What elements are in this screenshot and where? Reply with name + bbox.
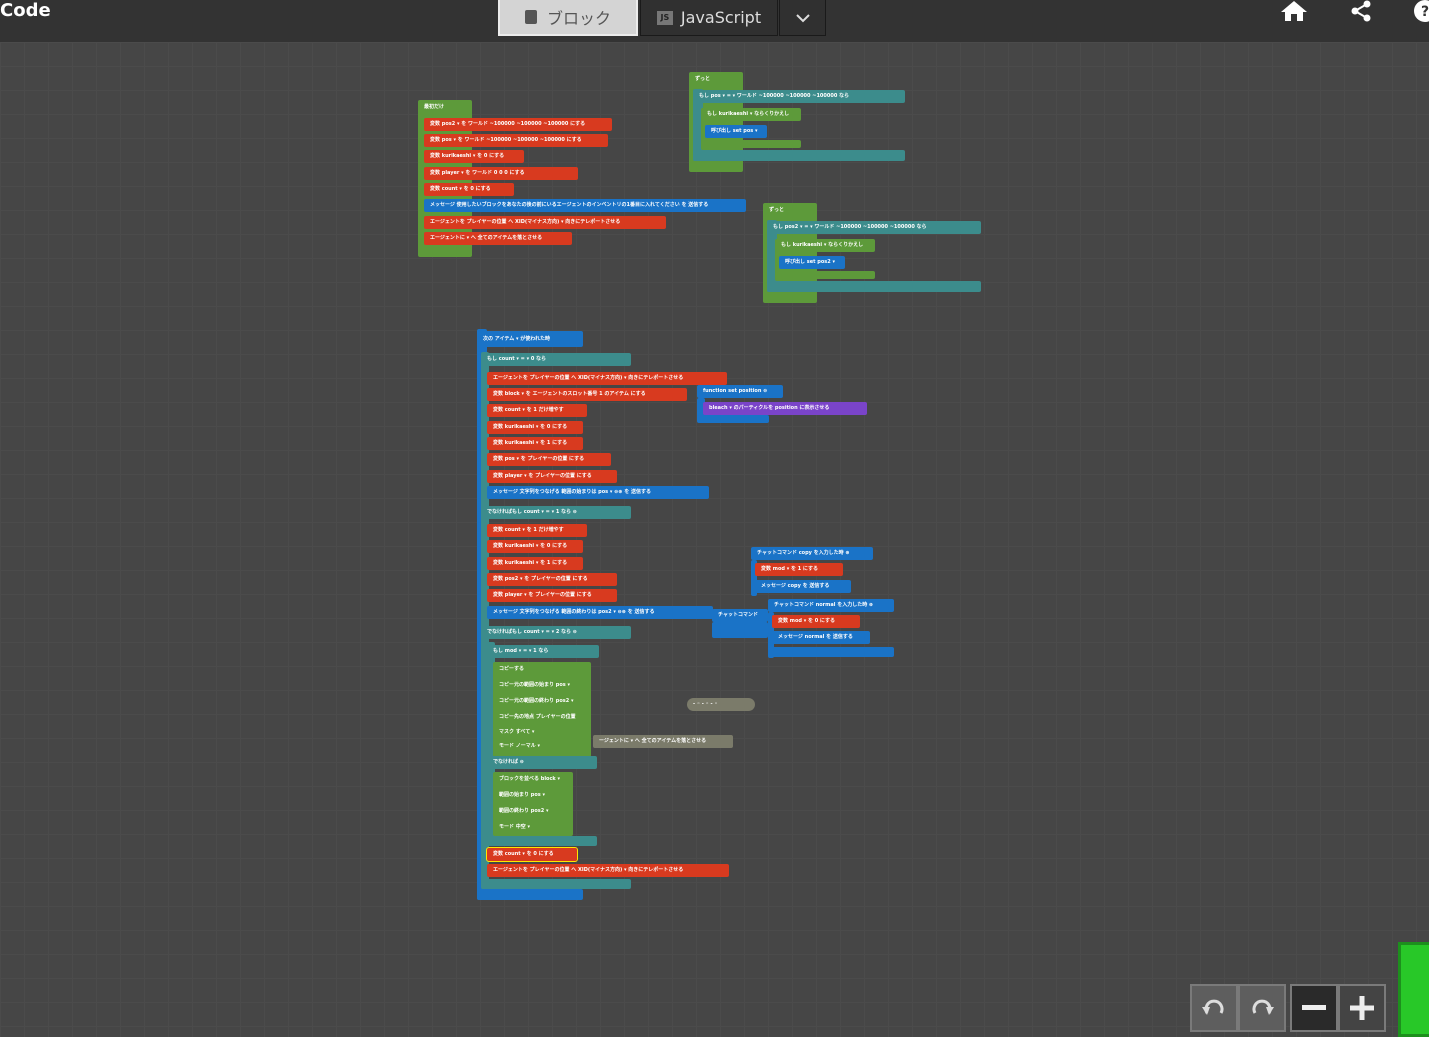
chevron-down-icon [795, 13, 810, 22]
share-icon[interactable] [1350, 0, 1372, 24]
increase-count-block-2[interactable]: 変数 count ▾ を 1 だけ増やす [487, 524, 587, 537]
call-set-pos2-block[interactable]: 呼び出し set pos2 ▾ [779, 256, 845, 269]
copy-mask: マスク すべて ▾ [493, 726, 591, 739]
zoom-out-button[interactable] [1290, 984, 1338, 1032]
js-icon: JS [656, 10, 673, 25]
home-icon[interactable] [1280, 0, 1308, 24]
set-mod-0-block[interactable]: 変数 mod ▾ を 0 にする [772, 615, 860, 628]
if-mod-foot [487, 836, 597, 846]
chat-stub-body [712, 622, 768, 638]
copy-source-end: コピー元の範囲の終わり pos2 ▾ [493, 695, 591, 708]
puzzle-icon [524, 10, 537, 24]
if-count-0-block[interactable]: もし count ▾ = ▾ 0 なら [481, 353, 631, 366]
if-foot-2 [767, 281, 981, 292]
agent-teleport-block-3[interactable]: エージェントを プレイヤーの位置 へ XID(マイナス方向) ▾ 向きにテレポー… [487, 864, 729, 877]
javascript-mode-button[interactable]: JS JavaScript [640, 0, 778, 36]
message-copy-block[interactable]: メッセージ copy を 送信する [755, 580, 851, 593]
elif-count-2-block[interactable]: でなければもし count ▾ = ▾ 2 なら ⊖ [481, 626, 631, 639]
repeat-kurikaeshi-block-2[interactable]: もし kurikaeshi ▾ ならくりかえし [775, 239, 875, 252]
else-block[interactable]: でなければ ⊖ [487, 756, 597, 769]
plus-icon [1350, 996, 1374, 1020]
repeat-foot-2 [775, 271, 875, 279]
set-count-block[interactable]: 変数 count ▾ を 0 にする [424, 183, 514, 196]
call-set-pos-block[interactable]: 呼び出し set pos ▾ [705, 125, 767, 138]
agent-drop-all-block[interactable]: エージェントに ▾ へ 全てのアイテムを落とさせる [424, 232, 572, 245]
copy-destination: コピー先の地点 プレイヤーの位置 [493, 711, 591, 724]
undo-button[interactable] [1190, 984, 1238, 1032]
top-bar: Code ブロック JS JavaScript ? [0, 0, 1429, 42]
set-kurikaeshi-1-block-2[interactable]: 変数 kurikaeshi ▾ を 1 にする [487, 557, 583, 570]
undo-icon [1202, 999, 1224, 1015]
repeat-kurikaeshi-block[interactable]: もし kurikaeshi ▾ ならくりかえし [701, 108, 801, 121]
blocks-mode-label: ブロック [546, 9, 611, 28]
fill-range-start: 範囲の始まり pos ▾ [493, 789, 573, 802]
set-player-block[interactable]: 変数 player ▾ を ワールド 0 0 0 にする [424, 167, 578, 180]
disabled-math-block[interactable]: - ◦ - ◦ - ◦ [687, 698, 755, 711]
chat2-foot [768, 647, 894, 657]
particle-block[interactable]: bleach ▾ のパーティクルを position に表示させる [703, 402, 867, 415]
fill-range-end: 範囲の終わり pos2 ▾ [493, 805, 573, 818]
language-dropdown-button[interactable] [779, 0, 826, 36]
if-count-foot [481, 879, 631, 889]
fill-mode: モード 中空 ▾ [493, 821, 573, 834]
redo-button[interactable] [1238, 984, 1286, 1032]
set-kurikaeshi-0-block-2[interactable]: 変数 kurikaeshi ▾ を 0 にする [487, 540, 583, 553]
zoom-in-button[interactable] [1338, 984, 1386, 1032]
agent-teleport-block[interactable]: エージェントを プレイヤーの位置 へ XID(マイナス方向) ▾ 向きにテレポー… [424, 216, 666, 229]
message-join-end-block[interactable]: メッセージ 文字列をつなげる 範囲の終わりは pos2 ▾ ⊖⊕ を 送信する [487, 606, 713, 619]
on-start-header: 最初だけ [418, 101, 472, 114]
forever-header-1: ずっと [689, 73, 743, 86]
disabled-agent-drop-block[interactable]: ージェントに ▾ へ 全てのアイテムを落とさせる [593, 735, 733, 748]
message-block[interactable]: メッセージ 使用したいブロックをあなたの後の前にいるエージェントのインベントリの… [424, 199, 746, 212]
run-button[interactable] [1398, 942, 1429, 1037]
chat-command-stub-block[interactable]: チャットコマンド [712, 609, 768, 622]
if-pos2-block[interactable]: もし pos2 ▾ = ▾ ワールド ~100000 ~100000 ~1000… [767, 221, 981, 234]
set-kurikaeshi-0-block[interactable]: 変数 kurikaeshi ▾ を 0 にする [487, 421, 583, 434]
help-icon[interactable]: ? [1413, 0, 1429, 24]
forever-header-2: ずっと [763, 204, 817, 217]
set-mod-1-block[interactable]: 変数 mod ▾ を 1 にする [755, 563, 843, 576]
if-pos-block[interactable]: もし pos ▾ = ▾ ワールド ~100000 ~100000 ~10000… [693, 90, 905, 103]
increase-count-block[interactable]: 変数 count ▾ を 1 だけ増やす [487, 404, 587, 417]
set-pos-player-block[interactable]: 変数 pos ▾ を プレイヤーの位置 にする [487, 453, 611, 466]
set-pos2-block[interactable]: 変数 pos2 ▾ を ワールド ~100000 ~100000 ~100000… [424, 118, 612, 131]
repeat-foot-1 [701, 140, 801, 148]
block-workspace[interactable]: 最初だけ 変数 pos2 ▾ を ワールド ~100000 ~100000 ~1… [0, 42, 1429, 1037]
set-pos2-player-block[interactable]: 変数 pos2 ▾ を プレイヤーの位置 にする [487, 573, 617, 586]
set-count-0-block[interactable]: 変数 count ▾ を 0 にする [486, 847, 578, 862]
app-title: Code [0, 0, 51, 21]
item-used-header: 次の アイテム ▾ が使われた時 [477, 331, 583, 347]
set-player-pos-block[interactable]: 変数 player ▾ を プレイヤーの位置 にする [487, 470, 617, 483]
redo-icon [1252, 999, 1274, 1015]
chat-command-copy-block[interactable]: チャットコマンド copy を入力した時 ⊕ [751, 547, 873, 560]
copy-label: コピーする [493, 663, 591, 676]
javascript-mode-label: JavaScript [680, 8, 762, 27]
if-foot-1 [693, 150, 905, 161]
agent-teleport-block-2[interactable]: エージェントを プレイヤーの位置 へ XID(マイナス方向) ▾ 向きにテレポー… [487, 372, 727, 385]
function-set-block[interactable]: function set position ⊖ [697, 385, 783, 398]
elif-count-1-block[interactable]: でなければもし count ▾ = ▾ 1 なら ⊖ [481, 506, 631, 519]
set-kurikaeshi-1-block[interactable]: 変数 kurikaeshi ▾ を 1 にする [487, 437, 583, 450]
minus-icon [1302, 1005, 1326, 1010]
message-join-start-block[interactable]: メッセージ 文字列をつなげる 範囲の始まりは pos ▾ ⊖⊕ を 送信する [487, 486, 709, 499]
set-block-slot-block[interactable]: 変数 block ▾ を エージェントのスロット番号 1 のアイテム にする [487, 388, 687, 401]
chat-command-normal-block[interactable]: チャットコマンド normal を入力した時 ⊕ [768, 599, 894, 612]
function-foot [697, 415, 769, 423]
item-used-foot [477, 889, 583, 900]
if-mod-1-block[interactable]: もし mod ▾ = ▾ 1 なら [487, 645, 599, 658]
set-player-pos-block-2[interactable]: 変数 player ▾ を プレイヤーの位置 にする [487, 589, 617, 602]
blocks-mode-button[interactable]: ブロック [498, 0, 638, 36]
copy-mode: モード ノーマル ▾ [493, 740, 591, 753]
set-kurikaeshi-block[interactable]: 変数 kurikaeshi ▾ を 0 にする [424, 150, 524, 163]
message-normal-block[interactable]: メッセージ normal を 送信する [772, 631, 870, 644]
fill-block-label: ブロックを並べる block ▾ [493, 773, 573, 786]
set-pos-block[interactable]: 変数 pos ▾ を ワールド ~100000 ~100000 ~100000 … [424, 134, 608, 147]
copy-source-start: コピー元の範囲の始まり pos ▾ [493, 679, 591, 692]
svg-text:?: ? [1421, 4, 1429, 20]
